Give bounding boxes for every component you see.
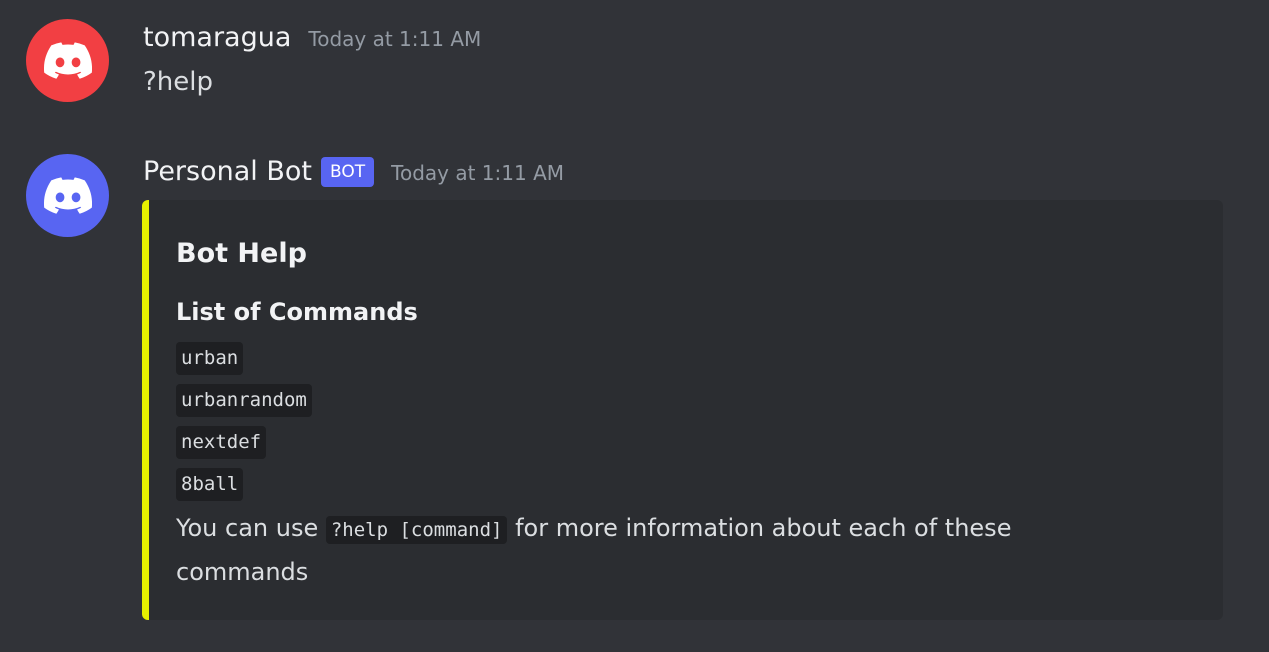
discord-logo-icon: [43, 177, 92, 214]
timestamp[interactable]: Today at 1:11 AM: [391, 161, 564, 185]
username[interactable]: Personal Bot: [143, 156, 312, 187]
message-header: tomaragua Today at 1:11 AM: [143, 22, 481, 53]
username[interactable]: tomaragua: [143, 22, 291, 53]
inline-code: ?help [command]: [325, 516, 508, 544]
command-code: nextdef: [176, 426, 267, 459]
command-code: urban: [176, 342, 244, 375]
discord-logo-icon: [43, 42, 92, 79]
embed-title: Bot Help: [176, 238, 307, 269]
timestamp[interactable]: Today at 1:11 AM: [308, 27, 481, 51]
message-content: ?help: [143, 67, 214, 97]
bot-avatar[interactable]: [26, 154, 109, 237]
description-text: You can use: [176, 514, 326, 542]
command-code: 8ball: [176, 468, 244, 501]
bot-tag: BOT: [321, 156, 375, 187]
user-avatar[interactable]: [26, 19, 109, 102]
embed-description: You can use ?help [command] for more inf…: [176, 507, 1076, 593]
command-code: urbanrandom: [176, 384, 312, 417]
message-header: Personal Bot BOT Today at 1:11 AM: [143, 156, 564, 187]
embed: Bot Help List of Commands urban urbanran…: [142, 200, 1223, 620]
embed-field-name: List of Commands: [176, 298, 418, 326]
embed-accent-bar: [142, 200, 149, 620]
